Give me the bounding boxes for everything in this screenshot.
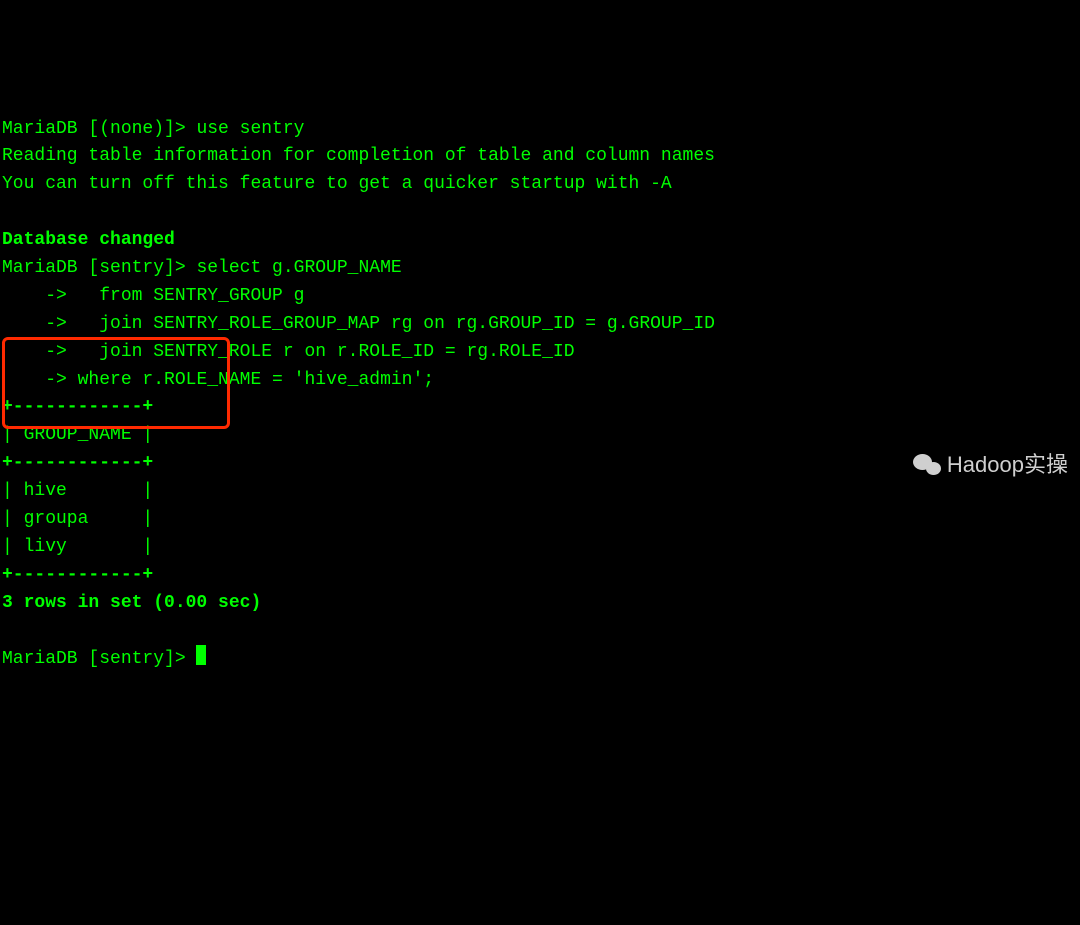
cont-prompt: -> — [2, 342, 78, 362]
cursor-block[interactable] — [196, 645, 206, 665]
table-sep-bot: +------------+ — [2, 565, 153, 585]
db-changed-msg: Database changed — [2, 230, 175, 250]
prompt-sentry: MariaDB [sentry]> — [2, 649, 196, 669]
prompt-sentry: MariaDB [sentry]> — [2, 258, 196, 278]
select-line-1: select g.GROUP_NAME — [196, 258, 401, 278]
table-row: | livy | — [2, 537, 153, 557]
table-header: | GROUP_NAME | — [2, 425, 153, 445]
table-sep-top: +------------+ — [2, 397, 153, 417]
select-line-2: from SENTRY_GROUP g — [78, 286, 305, 306]
rows-in-set: 3 rows in set (0.00 sec) — [2, 593, 261, 613]
cont-prompt: -> — [2, 314, 78, 334]
table-row: | hive | — [2, 481, 153, 501]
info-line-2: You can turn off this feature to get a q… — [2, 174, 672, 194]
prompt-none: MariaDB [(none)]> — [2, 119, 196, 139]
select-line-3: join SENTRY_ROLE_GROUP_MAP rg on rg.GROU… — [78, 314, 715, 334]
select-line-4: join SENTRY_ROLE r on r.ROLE_ID = rg.ROL… — [78, 342, 575, 362]
cont-prompt: -> — [2, 370, 78, 390]
info-line-1: Reading table information for completion… — [2, 146, 715, 166]
sql-use-command: use sentry — [196, 119, 304, 139]
table-sep-mid: +------------+ — [2, 453, 153, 473]
table-row: | groupa | — [2, 509, 153, 529]
terminal-output: MariaDB [(none)]> use sentry Reading tab… — [2, 116, 1078, 675]
select-line-5: where r.ROLE_NAME = 'hive_admin'; — [78, 370, 434, 390]
cont-prompt: -> — [2, 286, 78, 306]
